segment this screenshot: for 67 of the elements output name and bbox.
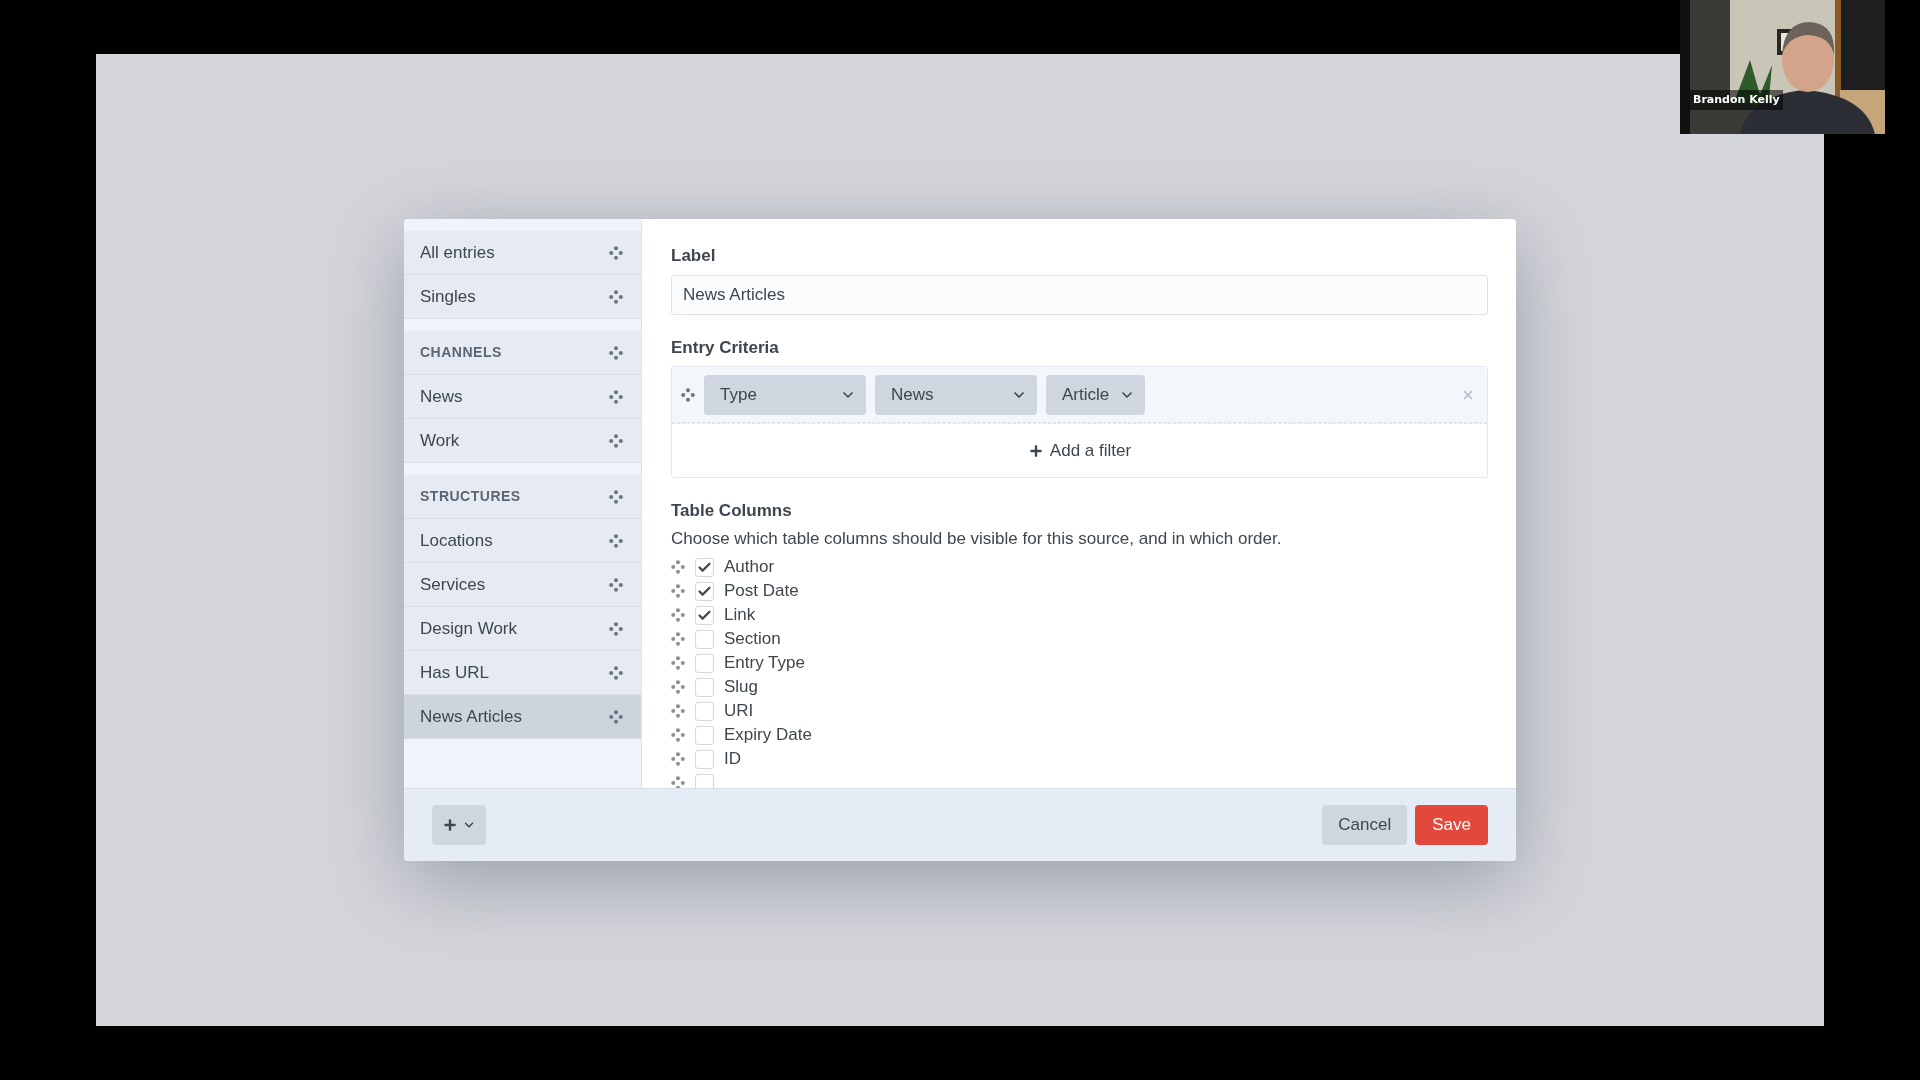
filter-select[interactable]: Article [1046, 374, 1146, 415]
sidebar-item[interactable]: Design Work [404, 607, 641, 651]
move-icon[interactable] [671, 632, 685, 646]
plus-icon [1027, 442, 1044, 459]
move-icon[interactable] [671, 560, 685, 574]
sidebar-item[interactable]: Locations [404, 519, 641, 563]
move-icon[interactable] [671, 656, 685, 670]
label-input[interactable]: News Articles [671, 274, 1488, 315]
checkbox[interactable] [695, 629, 714, 649]
checkbox[interactable] [695, 653, 714, 673]
move-icon[interactable] [681, 387, 695, 402]
column-label: Entry Type [724, 652, 805, 675]
move-icon[interactable] [671, 728, 685, 742]
checkbox[interactable] [695, 581, 714, 601]
checkbox[interactable] [695, 773, 714, 788]
sidebar-item[interactable]: Work [404, 419, 641, 463]
sidebar-item[interactable]: News [404, 375, 641, 419]
checkbox[interactable] [695, 677, 714, 697]
sidebar-item[interactable]: All entries [404, 231, 641, 275]
sidebar-item[interactable]: Has URL [404, 651, 641, 695]
move-icon[interactable] [671, 608, 685, 622]
sidebar-heading: CHANNELS [404, 331, 641, 375]
column-label: Post Date [724, 580, 799, 603]
column-label: URI [724, 700, 754, 723]
column-label: Author [724, 556, 775, 579]
checkbox[interactable] [695, 701, 714, 721]
filter-select[interactable]: Type [704, 374, 866, 415]
sidebar-heading: STRUCTURES [404, 475, 641, 519]
move-icon[interactable] [609, 489, 623, 504]
column-label: Section [724, 628, 781, 651]
move-icon[interactable] [609, 621, 623, 636]
move-icon[interactable] [671, 776, 685, 788]
move-icon[interactable] [609, 533, 623, 548]
move-icon[interactable] [609, 709, 623, 724]
sidebar-item[interactable]: Singles [404, 275, 641, 319]
move-icon[interactable] [609, 289, 623, 304]
participant-name: Brandon Kelly [1690, 89, 1783, 110]
sidebar-item[interactable]: News Articles [404, 695, 641, 739]
move-icon[interactable] [671, 680, 685, 694]
section-title: Entry Criteria [671, 336, 780, 359]
column-label: Link [724, 604, 756, 627]
field-label: Label [671, 245, 717, 267]
move-icon[interactable] [609, 577, 623, 592]
save-button[interactable]: Save [1415, 805, 1488, 845]
cancel-button[interactable]: Cancel [1322, 805, 1408, 845]
section-title: Table Columns [671, 500, 793, 522]
column-label: Slug [724, 676, 759, 699]
move-icon[interactable] [671, 584, 685, 598]
move-icon[interactable] [609, 665, 623, 680]
plus-icon [442, 817, 458, 833]
move-icon[interactable] [609, 245, 623, 260]
checkbox[interactable] [695, 749, 714, 769]
column-label: Expiry Date [724, 724, 812, 747]
checkbox[interactable] [695, 557, 714, 577]
move-icon[interactable] [671, 752, 685, 766]
filter-select[interactable]: News [875, 374, 1037, 415]
move-icon[interactable] [609, 433, 623, 448]
move-icon[interactable] [609, 345, 623, 360]
sidebar-item[interactable]: Services [404, 563, 641, 607]
move-icon[interactable] [609, 389, 623, 404]
move-icon[interactable] [671, 704, 685, 718]
checkbox[interactable] [695, 725, 714, 745]
add-menu-button[interactable] [432, 805, 486, 845]
section-description: Choose which table columns should be visible for this source, and in which order. [671, 527, 1283, 550]
column-label: ID [724, 748, 741, 771]
add-filter-button[interactable]: Add a filter [1027, 437, 1132, 464]
checkbox[interactable] [695, 605, 714, 625]
